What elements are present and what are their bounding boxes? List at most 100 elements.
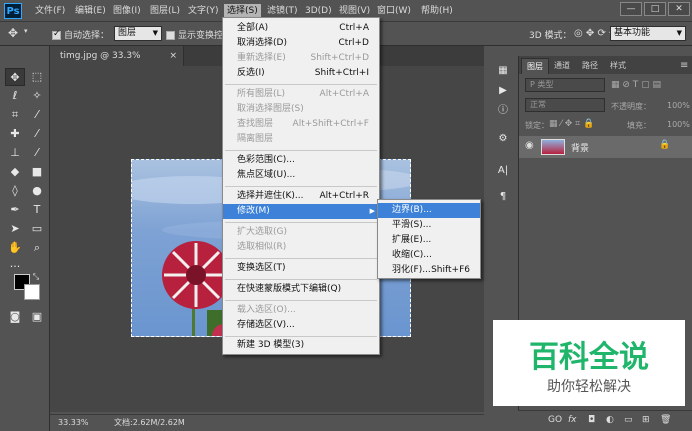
add-mask-icon[interactable]: ◘ bbox=[588, 415, 595, 425]
close-button[interactable]: ✕ bbox=[668, 2, 690, 16]
pen-tool-icon[interactable]: ✒ bbox=[5, 201, 25, 219]
submenu-item-smooth[interactable]: 平滑(S)... bbox=[378, 218, 480, 233]
clone-stamp-icon[interactable]: ⊥ bbox=[5, 144, 25, 162]
zoom-level[interactable]: 33.33% bbox=[58, 415, 89, 431]
dodge-tool-icon[interactable]: ● bbox=[27, 182, 47, 200]
character-panel-icon[interactable]: A| bbox=[493, 162, 513, 180]
menu-item-grow[interactable]: 扩大选取(G) bbox=[223, 225, 379, 240]
menu-item-transform-selection[interactable]: 变换选区(T) bbox=[223, 261, 379, 276]
workspace-dropdown[interactable]: 基本功能 ▼ bbox=[610, 26, 686, 41]
blur-tool-icon[interactable]: ◊ bbox=[5, 182, 25, 200]
menu-type[interactable]: 文字(Y) bbox=[185, 4, 222, 19]
menu-help[interactable]: 帮助(H) bbox=[418, 4, 456, 19]
minimize-button[interactable]: — bbox=[620, 2, 642, 16]
adjustments-icon[interactable]: ⚙ bbox=[493, 130, 513, 148]
new-layer-icon[interactable]: ⊞ bbox=[642, 415, 650, 425]
auto-select-dropdown[interactable]: 图层 ▼ bbox=[114, 26, 162, 41]
menu-item-load-selection[interactable]: 载入选区(O)... bbox=[223, 303, 379, 318]
item-label: 载入选区(O)... bbox=[237, 305, 296, 315]
menu-item-modify[interactable]: 修改(M) ▶ bbox=[223, 204, 379, 219]
workspace-value: 基本功能 bbox=[614, 28, 651, 38]
actions-play-icon[interactable]: ▶ bbox=[493, 82, 513, 100]
close-tab-icon[interactable]: × bbox=[169, 46, 177, 66]
menu-item-similar[interactable]: 选取相似(R) bbox=[223, 240, 379, 255]
menu-item-isolate-layers[interactable]: 隔离图层 bbox=[223, 132, 379, 147]
trash-icon[interactable]: 🗑 bbox=[660, 415, 671, 425]
chevron-down-icon[interactable]: ▾ bbox=[24, 27, 28, 35]
move-tool-preset-icon[interactable]: ✥ bbox=[8, 26, 18, 40]
crop-tool-icon[interactable]: ⌗ bbox=[5, 106, 25, 124]
submenu-item-feather[interactable]: 羽化(F)... Shift+F6 bbox=[378, 263, 480, 278]
panel-menu-icon[interactable]: ≡ bbox=[675, 58, 692, 74]
swap-colors-icon[interactable]: ⤡ bbox=[30, 268, 42, 286]
menu-item-select-and-mask[interactable]: 选择并遮住(K)... Alt+Ctrl+R bbox=[223, 189, 379, 204]
tab-layers[interactable]: 图层 bbox=[521, 58, 549, 74]
menu-item-reselect[interactable]: 重新选择(E) Shift+Ctrl+D bbox=[223, 51, 379, 66]
menu-separator bbox=[225, 186, 377, 187]
menu-item-find-layers[interactable]: 查找图层 Alt+Shift+Ctrl+F bbox=[223, 117, 379, 132]
eyedropper-icon[interactable]: ⁄ bbox=[27, 106, 47, 124]
menu-item-quick-mask[interactable]: 在快速蒙版模式下编辑(Q) bbox=[223, 282, 379, 297]
menu-layer[interactable]: 图层(L) bbox=[147, 4, 183, 19]
menu-item-new-3d-model[interactable]: 新建 3D 模型(3) bbox=[223, 338, 379, 353]
paragraph-panel-icon[interactable]: ¶ bbox=[493, 188, 513, 206]
path-selection-icon[interactable]: ➤ bbox=[5, 220, 25, 238]
tab-channels[interactable]: 通道 bbox=[549, 58, 575, 74]
item-label: 羽化(F)... bbox=[392, 265, 431, 275]
layer-name[interactable]: 背景 bbox=[571, 141, 589, 154]
layer-row[interactable]: ◉ 背景 🔒 bbox=[519, 136, 692, 158]
fill-value[interactable]: 100% bbox=[667, 120, 690, 129]
menu-item-focus-area[interactable]: 焦点区域(U)... bbox=[223, 168, 379, 183]
rectangle-tool-icon[interactable]: ▭ bbox=[27, 220, 47, 238]
menu-item-save-selection[interactable]: 存储选区(V)... bbox=[223, 318, 379, 333]
link-layers-button[interactable]: GO bbox=[548, 415, 562, 425]
gradient-tool-icon[interactable]: ■ bbox=[27, 163, 47, 181]
auto-select-checkbox[interactable]: 自动选择： bbox=[52, 28, 109, 41]
menu-file[interactable]: 文件(F) bbox=[32, 4, 68, 19]
brush-tool-icon[interactable]: ⁄ bbox=[27, 125, 47, 143]
history-panel-icon[interactable]: ▦ bbox=[493, 62, 513, 80]
menu-item-inverse[interactable]: 反选(I) Shift+Ctrl+I bbox=[223, 66, 379, 81]
blend-mode-dropdown[interactable]: 正常 bbox=[525, 98, 605, 112]
document-tab[interactable]: timg.jpg @ 33.3%(RGB/8#) × bbox=[50, 46, 184, 81]
fx-button[interactable]: fx bbox=[568, 415, 577, 425]
menu-item-deselect[interactable]: 取消选择(D) Ctrl+D bbox=[223, 36, 379, 51]
tab-paths[interactable]: 路径 bbox=[577, 58, 603, 74]
hand-tool-icon[interactable]: ✋ bbox=[5, 239, 25, 257]
zoom-tool-icon[interactable]: ⌕ bbox=[27, 239, 47, 257]
opacity-value[interactable]: 100% bbox=[667, 101, 690, 110]
menu-edit[interactable]: 编辑(E) bbox=[72, 4, 109, 19]
tab-styles[interactable]: 样式 bbox=[605, 58, 631, 74]
filter-icons[interactable]: ▦ ⊘ T ▢ ▤ bbox=[611, 80, 661, 90]
menu-item-color-range[interactable]: 色彩范围(C)... bbox=[223, 153, 379, 168]
move-tool-icon[interactable]: ✥ bbox=[5, 68, 25, 86]
maximize-button[interactable]: □ bbox=[644, 2, 666, 16]
menu-item-all-layers[interactable]: 所有图层(L) Alt+Ctrl+A bbox=[223, 87, 379, 102]
eraser-tool-icon[interactable]: ◆ bbox=[5, 163, 25, 181]
magic-wand-icon[interactable]: ✧ bbox=[27, 87, 47, 105]
adjustment-layer-icon[interactable]: ◐ bbox=[606, 415, 614, 425]
submenu-item-border[interactable]: 边界(B)... bbox=[378, 203, 480, 218]
history-brush-icon[interactable]: ⁄ bbox=[27, 144, 47, 162]
type-tool-icon[interactable]: T bbox=[27, 201, 47, 219]
lasso-tool-icon[interactable]: ℓ bbox=[5, 87, 25, 105]
eye-icon[interactable]: ◉ bbox=[525, 140, 534, 151]
healing-brush-icon[interactable]: ✚ bbox=[5, 125, 25, 143]
group-folder-icon[interactable]: ▭ bbox=[624, 415, 633, 425]
lock-label: 锁定： bbox=[525, 121, 549, 130]
submenu-item-expand[interactable]: 扩展(E)... bbox=[378, 233, 480, 248]
panel-tabs: 图层 通道 路径 样式 ≡ bbox=[519, 56, 692, 74]
menu-image[interactable]: 图像(I) bbox=[110, 4, 144, 19]
screen-mode-icon[interactable]: ▣ bbox=[27, 308, 47, 326]
info-panel-icon[interactable]: ⓘ bbox=[493, 102, 513, 120]
item-shortcut: Ctrl+D bbox=[338, 38, 370, 48]
quick-mask-icon[interactable]: ◙ bbox=[5, 308, 25, 326]
lock-icons[interactable]: ▦ ⁄ ✥ ⌗ 🔒 bbox=[549, 119, 594, 129]
layers-panel-footer: GO fx ◘ ◐ ▭ ⊞ 🗑 bbox=[518, 410, 692, 431]
marquee-tool-icon[interactable]: ⬚ bbox=[27, 68, 47, 86]
background-color-swatch[interactable] bbox=[24, 284, 40, 300]
menu-item-all[interactable]: 全部(A) Ctrl+A bbox=[223, 21, 379, 36]
submenu-item-contract[interactable]: 收缩(C)... bbox=[378, 248, 480, 263]
menu-item-deselect-layers[interactable]: 取消选择图层(S) bbox=[223, 102, 379, 117]
layer-filter-field[interactable]: P 类型 bbox=[525, 78, 605, 92]
